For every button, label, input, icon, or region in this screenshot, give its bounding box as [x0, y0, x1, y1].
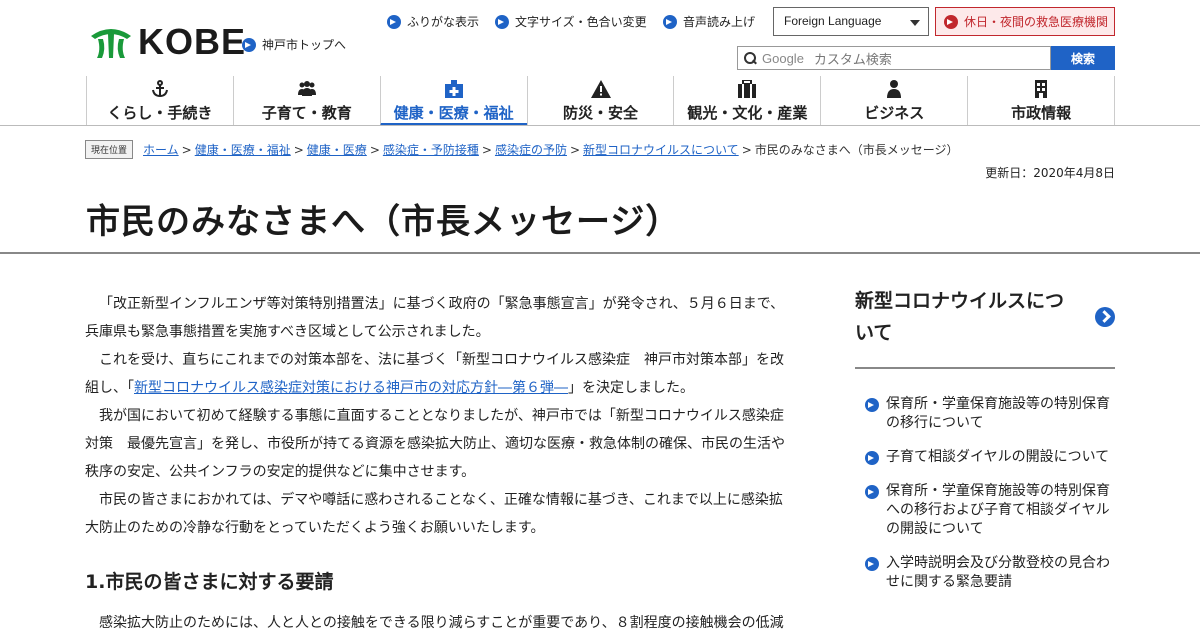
nav-label: くらし・手続き	[107, 104, 213, 122]
anchor-icon	[150, 80, 170, 98]
breadcrumb-link-health[interactable]: 健康・医療・福祉	[195, 141, 291, 158]
main-content: 「改正新型インフルエンザ等対策特別措置法」に基づく政府の「緊急事態宣言」が発令さ…	[85, 290, 787, 630]
title-divider	[0, 252, 1200, 254]
breadcrumb-separator: >	[569, 142, 581, 157]
breadcrumb-link-health-medical[interactable]: 健康・医療	[307, 141, 367, 158]
sidebar-item[interactable]: 保育所・学童保育施設等の特別保育への移行および子育て相談ダイヤルの開設について	[855, 482, 1115, 539]
city-top-label: 神戸市トップへ	[262, 38, 347, 52]
nav-item-living[interactable]: くらし・手続き	[86, 76, 233, 126]
section-heading: 1.市民の皆さまに対する要請	[85, 571, 334, 593]
nav-label: 防災・安全	[563, 104, 639, 122]
breadcrumb-separator: >	[741, 142, 752, 157]
sidebar-item[interactable]: 子育て相談ダイヤルの開設について	[855, 448, 1115, 467]
arrow-right-icon	[944, 14, 958, 29]
read-aloud-link[interactable]: 音声読み上げ	[663, 13, 755, 30]
emergency-label: 休日・夜間の救急医療機関	[964, 15, 1109, 29]
sidebar-item[interactable]: 保育所・学童保育施設等の特別保育の移行について	[855, 395, 1115, 433]
arrow-right-icon	[387, 14, 401, 29]
arrow-right-icon	[865, 485, 879, 499]
medical-cross-icon	[444, 80, 464, 98]
furigana-link[interactable]: ふりがな表示	[387, 13, 479, 30]
text-size-color-link[interactable]: 文字サイズ・色合い変更	[495, 13, 647, 30]
city-top-link[interactable]: 神戸市トップへ	[242, 36, 346, 53]
sidebar: 新型コロナウイルスについて 保育所・学童保育施設等の特別保育の移行について 子育…	[855, 285, 1115, 607]
arrow-right-icon	[663, 14, 677, 29]
arrow-right-icon	[242, 37, 256, 52]
arrow-right-icon	[495, 14, 509, 29]
kobe-logo[interactable]: KOBE	[88, 24, 246, 60]
page-title: 市民のみなさまへ（市長メッセージ）	[86, 202, 681, 242]
breadcrumb-link-infection[interactable]: 感染症・予防接種	[383, 141, 479, 158]
policy-link[interactable]: 新型コロナウイルス感染症対策における神戸市の対応方針―第６弾―	[134, 380, 568, 396]
nav-label: 健康・医療・福祉	[393, 104, 514, 122]
search-input[interactable]: Google カスタム検索	[737, 46, 1051, 70]
arrow-right-icon	[865, 557, 879, 571]
breadcrumb-separator: >	[293, 142, 304, 157]
building-icon	[1031, 80, 1051, 98]
nav-label: ビジネス	[864, 104, 925, 122]
sidebar-item-label: 保育所・学童保育施設等の特別保育の移行について	[886, 396, 1110, 431]
emergency-medical-link[interactable]: 休日・夜間の救急医療機関	[935, 7, 1115, 36]
people-icon	[297, 80, 317, 98]
logo-text: KOBE	[138, 21, 247, 62]
nav-label: 市政情報	[1011, 104, 1072, 122]
nav-item-city-info[interactable]: 市政情報	[967, 76, 1116, 126]
breadcrumb-separator: >	[369, 142, 380, 157]
arrow-right-icon	[865, 451, 879, 465]
read-aloud-label: 音声読み上げ	[683, 15, 756, 29]
breadcrumb-separator: >	[481, 142, 492, 157]
sidebar-item-label: 入学時説明会及び分散登校の見合わせに関する緊急要請	[886, 555, 1110, 590]
nav-label: 観光・文化・産業	[687, 104, 808, 122]
nav-item-health[interactable]: 健康・医療・福祉	[379, 76, 527, 126]
breadcrumb: 現在位置 ホーム > 健康・医療・福祉 > 健康・医療 > 感染症・予防接種 > 感染症…	[85, 140, 959, 159]
paragraph-4: 市民の皆さまにおかれては、デマや噂話に惑わされることなく、正確な情報に基づき、こ…	[85, 492, 783, 536]
paragraph-2: これを受け、直ちにこれまでの対策本部を、法に基づく「新型コロナウイルス感染症 神…	[85, 346, 787, 402]
sidebar-item-label: 子育て相談ダイヤルの開設について	[886, 449, 1110, 465]
nav-item-tourism[interactable]: 観光・文化・産業	[673, 76, 820, 126]
nav-divider	[0, 125, 1200, 126]
nav-item-safety[interactable]: 防災・安全	[526, 76, 674, 126]
updated-date: 更新日：2020年4月8日	[985, 166, 1115, 180]
sidebar-item[interactable]: 入学時説明会及び分散登校の見合わせに関する緊急要請	[855, 554, 1115, 592]
paragraph-2-text-end: 」を決定しました。	[568, 380, 694, 396]
global-nav: くらし・手続き 子育て・教育 健康・医療・福祉 防災・安全 観光・文化・産業 ビ…	[86, 76, 1116, 126]
sidebar-list: 保育所・学童保育施設等の特別保育の移行について 子育て相談ダイヤルの開設について…	[855, 395, 1115, 592]
warning-icon	[590, 80, 611, 98]
arrow-right-icon	[1095, 307, 1115, 327]
breadcrumb-here-badge: 現在位置	[85, 140, 134, 159]
paragraph-5: 感染拡大防止のためには、人と人との接触をできる限り減らすことが重要であり、８割程…	[99, 615, 784, 630]
breadcrumb-current: 市民のみなさまへ（市長メッセージ）	[754, 143, 959, 157]
nav-label: 子育て・教育	[261, 104, 352, 122]
kobe-emblem-icon	[91, 29, 131, 58]
search-button[interactable]: 検索	[1051, 46, 1115, 70]
nav-item-childcare[interactable]: 子育て・教育	[232, 76, 380, 126]
breadcrumb-link-home[interactable]: ホーム	[143, 141, 179, 158]
arrow-right-icon	[865, 398, 879, 412]
sidebar-title: 新型コロナウイルスについて	[855, 290, 1065, 344]
search-icon	[744, 52, 756, 64]
paragraph-1: 「改正新型インフルエンザ等対策特別措置法」に基づく政府の「緊急事態宣言」が発令さ…	[85, 296, 785, 340]
suitcase-icon	[737, 80, 757, 98]
language-select-value: Foreign Language	[784, 14, 882, 28]
paragraph-3: 我が国において初めて経験する事態に直面することとなりましたが、神戸市では「新型コ…	[85, 408, 785, 480]
breadcrumb-link-corona[interactable]: 新型コロナウイルスについて	[583, 141, 739, 158]
foreign-language-select[interactable]: Foreign Language	[773, 7, 929, 36]
nav-item-business[interactable]: ビジネス	[820, 76, 967, 126]
breadcrumb-separator: >	[181, 142, 192, 157]
search-placeholder: カスタム検索	[813, 52, 892, 68]
search-brand: Google	[762, 50, 804, 66]
text-size-label: 文字サイズ・色合い変更	[515, 15, 647, 29]
sidebar-header-link[interactable]: 新型コロナウイルスについて	[855, 285, 1115, 369]
furigana-label: ふりがな表示	[407, 15, 480, 29]
person-icon	[884, 80, 904, 98]
breadcrumb-link-prevention[interactable]: 感染症の予防	[495, 141, 567, 158]
sidebar-item-label: 保育所・学童保育施設等の特別保育への移行および子育て相談ダイヤルの開設について	[886, 483, 1110, 537]
